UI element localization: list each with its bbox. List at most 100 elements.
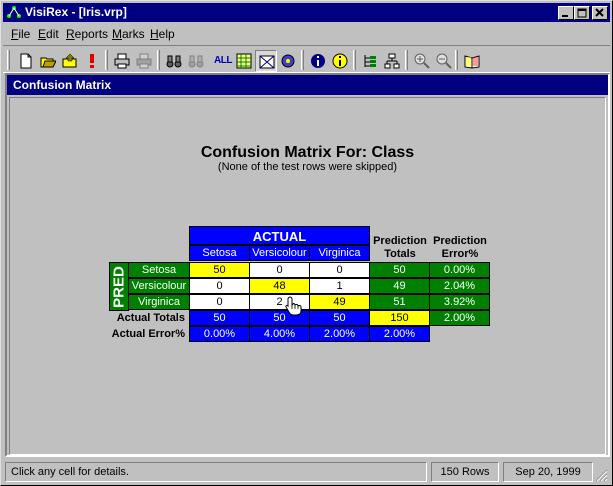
hierarchy-button[interactable] — [381, 50, 403, 72]
printer-disabled-icon — [136, 53, 152, 69]
actual-total-cell[interactable]: 50 — [309, 310, 370, 326]
overall-error-cell[interactable]: 2.00% — [369, 326, 430, 342]
grand-error-cell[interactable]: 2.00% — [429, 310, 490, 326]
actual-error-cell[interactable]: 0.00% — [189, 326, 250, 342]
child-title-bar[interactable]: Confusion Matrix — [7, 75, 608, 95]
confusion-matrix-button[interactable] — [255, 50, 277, 72]
find-button[interactable] — [163, 50, 185, 72]
org-chart-icon — [384, 53, 400, 69]
open-folder-icon — [40, 57, 56, 68]
tree-button[interactable] — [359, 50, 381, 72]
toolbar-separator — [105, 50, 108, 70]
zoom-out-button[interactable] — [433, 50, 455, 72]
menu-help[interactable]: Help — [150, 27, 175, 41]
exclamation-icon — [90, 54, 94, 68]
all-button[interactable]: ALL — [211, 50, 233, 72]
maximize-button[interactable] — [574, 6, 590, 20]
menu-marks[interactable]: Marks — [112, 27, 145, 41]
grid-view-button[interactable] — [233, 50, 255, 72]
info-yellow-icon — [332, 53, 348, 69]
prediction-error-cell[interactable]: 0.00% — [429, 262, 490, 278]
toolbar-separator — [157, 50, 160, 70]
prediction-totals-header: Prediction Totals — [373, 235, 427, 260]
prediction-error-cell[interactable]: 2.04% — [429, 278, 490, 294]
grand-total-cell[interactable]: 150 — [369, 310, 430, 326]
info-button[interactable] — [307, 50, 329, 72]
new-file-icon — [20, 53, 32, 69]
row-header-virginica[interactable]: Virginica — [128, 294, 190, 310]
hand-cursor-icon — [285, 296, 302, 316]
actual-header: ACTUAL — [189, 226, 370, 245]
app-window: VisiRex - [Iris.vrp] File Edit Reports M… — [0, 0, 613, 486]
matrix-cell[interactable]: 48 — [249, 278, 310, 294]
minimize-button[interactable] — [558, 6, 574, 20]
resize-grip-icon[interactable] — [595, 469, 608, 482]
matrix-cell[interactable]: 0 — [189, 294, 250, 310]
zoom-in-icon — [414, 53, 430, 69]
maximize-icon — [577, 8, 587, 18]
print-preview-button[interactable] — [133, 50, 155, 72]
actual-totals-label: Actual Totals — [116, 312, 185, 324]
minimize-icon — [562, 15, 568, 17]
toolbar-separator — [301, 50, 304, 70]
open-button[interactable] — [37, 50, 59, 72]
column-header-setosa[interactable]: Setosa — [189, 245, 250, 261]
actual-total-cell[interactable]: 50 — [189, 310, 250, 326]
all-label: ALL — [214, 55, 232, 66]
matrix-cell[interactable]: 0 — [189, 278, 250, 294]
matrix-cell[interactable]: 50 — [189, 262, 250, 278]
toolbar-grip — [7, 50, 10, 70]
actual-error-cell[interactable]: 2.00% — [309, 326, 370, 342]
visirex-app-icon — [7, 6, 21, 18]
pred-header: PRED — [109, 262, 129, 311]
report-subtitle: (None of the test rows were skipped) — [217, 161, 398, 173]
toolbar-separator — [455, 50, 458, 70]
matrix-cell[interactable]: 0 — [309, 262, 370, 278]
row-header-versicolour[interactable]: Versicolour — [128, 278, 190, 294]
save-button[interactable] — [59, 50, 81, 72]
actual-error-label: Actual Error% — [111, 328, 185, 340]
actual-error-cell[interactable]: 4.00% — [249, 326, 310, 342]
tree-list-icon — [364, 55, 376, 67]
report-title: Confusion Matrix For: Class — [200, 144, 415, 161]
title-bar[interactable]: VisiRex - [Iris.vrp] — [3, 3, 610, 22]
status-bar: Click any cell for details. 150 Rows Sep… — [3, 460, 610, 484]
info-detail-button[interactable] — [329, 50, 351, 72]
prediction-error-cell[interactable]: 3.92% — [429, 294, 490, 310]
folder-up-icon — [62, 53, 77, 68]
status-message: Click any cell for details. — [5, 462, 427, 482]
menu-bar: File Edit Reports Marks Help — [3, 24, 610, 44]
matrix-cell[interactable]: 0 — [249, 262, 310, 278]
prediction-error-header: Prediction Error% — [433, 235, 487, 260]
find-next-button[interactable] — [185, 50, 207, 72]
column-header-virginica[interactable]: Virginica — [309, 245, 370, 261]
status-row-count: 150 Rows — [431, 462, 499, 482]
printer-icon — [114, 53, 130, 69]
menu-file[interactable]: File — [11, 27, 30, 41]
gear-icon — [281, 54, 295, 68]
status-date: Sep 20, 1999 — [503, 462, 593, 482]
alert-button[interactable] — [81, 50, 103, 72]
matrix-icon — [259, 55, 275, 69]
menu-edit[interactable]: Edit — [38, 27, 59, 41]
new-button[interactable] — [15, 50, 37, 72]
binoculars-disabled-icon — [188, 55, 204, 68]
settings-button[interactable] — [277, 50, 299, 72]
close-button[interactable] — [592, 6, 608, 20]
book-icon — [464, 55, 480, 69]
prediction-total-cell[interactable]: 51 — [369, 294, 430, 310]
zoom-in-button[interactable] — [411, 50, 433, 72]
help-book-button[interactable] — [461, 50, 483, 72]
print-button[interactable] — [111, 50, 133, 72]
prediction-total-cell[interactable]: 50 — [369, 262, 430, 278]
matrix-cell[interactable]: 1 — [309, 278, 370, 294]
binoculars-icon — [166, 55, 182, 68]
menu-reports[interactable]: Reports — [66, 27, 108, 41]
info-icon — [311, 54, 325, 68]
column-header-versicolour[interactable]: Versicolour — [249, 245, 310, 261]
matrix-cell[interactable]: 49 — [309, 294, 370, 310]
close-icon — [595, 8, 604, 17]
prediction-total-cell[interactable]: 49 — [369, 278, 430, 294]
row-header-setosa[interactable]: Setosa — [128, 262, 190, 278]
toolbar-separator — [353, 50, 356, 70]
